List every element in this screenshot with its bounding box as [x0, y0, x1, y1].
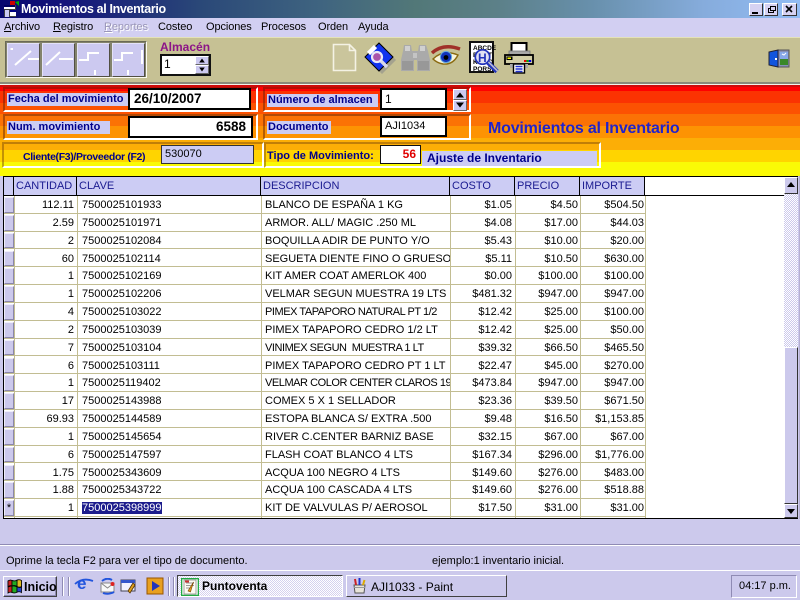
- svg-text:PQRS: PQRS: [473, 66, 492, 73]
- svg-text:H: H: [478, 51, 487, 65]
